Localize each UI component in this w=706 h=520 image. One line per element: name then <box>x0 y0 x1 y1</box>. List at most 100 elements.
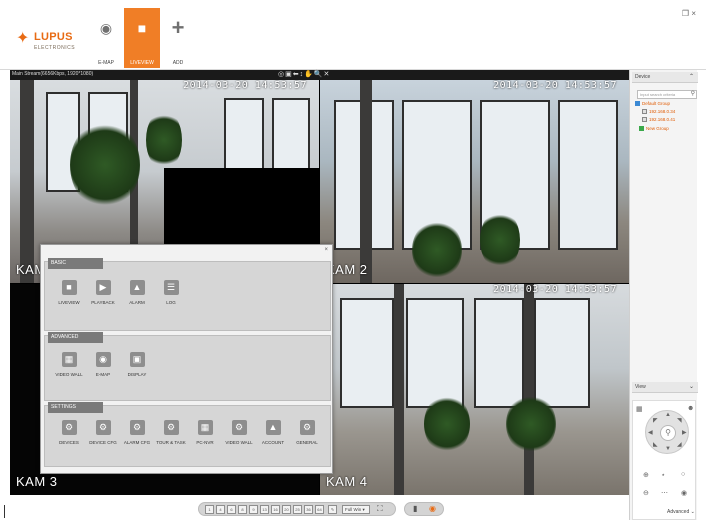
person-icon[interactable]: ☻ <box>687 405 694 412</box>
video-wall-icon: ▦ <box>61 352 77 367</box>
iris-open-icon[interactable]: ○ <box>681 471 685 478</box>
fullscreen-icon[interactable]: ⛶ <box>377 504 383 514</box>
menu-tile-alarm-cfg[interactable]: ⚙ ALARM CFG <box>119 420 155 445</box>
tree-new-group-label: New Group <box>646 126 669 131</box>
search-icon[interactable]: ⚲ <box>691 91 695 98</box>
layout-button[interactable]: 4 <box>216 505 225 514</box>
close-icon[interactable]: × <box>324 247 328 253</box>
menu-tile-devices[interactable]: ⚙ DEVICES <box>51 420 87 445</box>
display-icon: ▣ <box>129 352 145 367</box>
window-mode-select[interactable]: Full Win ▾ <box>342 505 370 514</box>
camera-timestamp: 2014-03-20 14:53:57 <box>183 80 307 91</box>
scene-plant <box>146 110 182 170</box>
menu-tile-label: ALARM <box>129 300 145 305</box>
tree-root-group[interactable]: Default Group <box>635 101 670 107</box>
ptz-direction-ring[interactable]: ▲ ▼ ◀ ▶ ◤ ◥ ◣ ◢ ⚲ <box>645 410 689 454</box>
view-panel-header[interactable]: View ⌄ <box>632 382 698 393</box>
grid-icon[interactable]: ▦ <box>636 405 643 413</box>
layout-button[interactable]: 36 <box>304 505 313 514</box>
layout-button[interactable]: 16 <box>271 505 280 514</box>
layout-button[interactable]: 9 <box>249 505 258 514</box>
tree-device-item[interactable]: 192.168.0.41 <box>642 117 675 123</box>
tile-toolbar[interactable]: ◎▣⬅↕✋🔍✕ <box>278 70 330 78</box>
emap-tab-label: E-MAP <box>98 60 114 66</box>
chevron-up-icon[interactable]: ⌃ <box>689 72 694 83</box>
focus-out-icon[interactable]: ⋯ <box>661 489 668 497</box>
emap-tab[interactable]: ◉ E-MAP <box>88 8 124 68</box>
camera-tile-4[interactable]: 2014-03-20 14:53:57 KAM 4 <box>320 284 629 495</box>
menu-tile-device-cfg[interactable]: ⚙ DEVICE CFG <box>85 420 121 445</box>
stream-info-text: Main Stream(6656Kbps, 1920*1080) <box>12 71 94 77</box>
ptz-center-button[interactable]: ⚲ <box>660 425 676 441</box>
window-mode-value: Full Win <box>345 507 362 512</box>
menu-tile-playback[interactable]: ▶ PLAYBACK <box>85 280 121 305</box>
stream-info-strip: Main Stream(6656Kbps, 1920*1080) ◎▣⬅↕✋🔍✕ <box>10 70 629 80</box>
add-tab[interactable]: + ADD <box>160 8 196 68</box>
device-panel-title: Device <box>635 74 651 80</box>
layout-button[interactable]: 20 <box>282 505 291 514</box>
window-controls[interactable]: ❐ × <box>682 9 696 18</box>
arrow-right-icon[interactable]: ▶ <box>682 429 687 436</box>
menu-tile-label: PC-NVR <box>196 440 214 445</box>
bottom-toolbar: 1 4 6 8 9 13 16 20 25 36 64 ✎ Full Win ▾… <box>0 495 629 520</box>
device-search-placeholder: Input search criteria <box>640 92 676 97</box>
device-panel-header[interactable]: Device ⌃ <box>632 72 698 83</box>
menu-tile-account[interactable]: ▲ ACCOUNT <box>255 420 291 445</box>
layout-button[interactable]: 8 <box>238 505 247 514</box>
device-search-input[interactable]: Input search criteria ⚲ <box>637 90 697 99</box>
arrow-down-left-icon[interactable]: ◣ <box>653 441 658 448</box>
menu-tile-label: LIVEVIEW <box>58 300 80 305</box>
menu-tile-log[interactable]: ☰ LOG <box>153 280 189 305</box>
camera-icon: ■ <box>137 20 147 36</box>
zoom-out-icon[interactable]: ⊖ <box>643 489 649 497</box>
menu-tile-label: DISPLAY <box>127 372 147 377</box>
menu-tile-label: DEVICES <box>59 440 79 445</box>
arrow-up-left-icon[interactable]: ◤ <box>653 417 658 424</box>
tour-task-icon: ⚙ <box>163 420 179 435</box>
zoom-in-icon[interactable]: ⊕ <box>643 471 649 479</box>
layout-button[interactable]: 6 <box>227 505 236 514</box>
focus-in-icon[interactable]: ⋆ <box>661 471 665 479</box>
arrow-down-icon[interactable]: ▼ <box>665 446 671 452</box>
menu-tile-label: GENERAL <box>296 440 318 445</box>
menu-tile-display[interactable]: ▣ DISPLAY <box>119 352 155 377</box>
general-icon: ⚙ <box>299 420 315 435</box>
menu-tile-video-wall[interactable]: ▦ VIDEO WALL <box>51 352 87 377</box>
menu-tile-general[interactable]: ⚙ GENERAL <box>289 420 325 445</box>
section-title: BASIC <box>48 258 103 269</box>
liveview-tab[interactable]: ■ LIVEVIEW <box>124 8 160 68</box>
snapshot-icon[interactable]: ▮ <box>413 504 417 513</box>
advanced-toggle[interactable]: Advanced ⌄ <box>667 509 695 515</box>
menu-tile-label: DEVICE CFG <box>89 440 117 445</box>
layout-button[interactable]: 13 <box>260 505 269 514</box>
camera-timestamp: 2014-03-20 14:53:57 <box>493 80 617 91</box>
iris-close-icon[interactable]: ◉ <box>681 489 687 497</box>
layout-button[interactable]: 1 <box>205 505 214 514</box>
menu-tile-emap[interactable]: ◉ E-MAP <box>85 352 121 377</box>
edit-layout-icon[interactable]: ✎ <box>328 505 337 514</box>
plus-icon: + <box>171 15 185 40</box>
tree-device-item[interactable]: 192.168.0.34 <box>642 109 675 115</box>
layout-button[interactable]: 25 <box>293 505 302 514</box>
menu-tile-video-wall-cfg[interactable]: ⚙ VIDEO WALL <box>221 420 257 445</box>
arrow-down-right-icon[interactable]: ◢ <box>677 441 682 448</box>
alarm-cfg-icon: ⚙ <box>129 420 145 435</box>
layout-button[interactable]: 64 <box>315 505 324 514</box>
tree-new-group[interactable]: New Group <box>639 126 669 132</box>
arrow-up-right-icon[interactable]: ◥ <box>677 417 682 424</box>
scene-window <box>406 298 464 408</box>
section-title: ADVANCED <box>48 332 103 343</box>
chevron-down-icon[interactable]: ⌄ <box>689 382 694 393</box>
camera-tile-2[interactable]: 2014-03-20 14:53:57 KAM 2 <box>320 80 629 283</box>
tree-device-label: 192.168.0.41 <box>649 117 676 122</box>
record-icon[interactable]: ◉ <box>429 504 436 513</box>
menu-tile-tour-task[interactable]: ⚙ TOUR & TASK <box>153 420 189 445</box>
scene-window <box>340 298 394 408</box>
menu-tile-pc-nvr[interactable]: ▦ PC-NVR <box>187 420 223 445</box>
ptz-control: ▦ ☻ ▲ ▼ ◀ ▶ ◤ ◥ ◣ ◢ ⚲ ⊕ ⋆ ○ ⊖ ⋯ ◉ Advanc… <box>632 400 696 520</box>
arrow-left-icon[interactable]: ◀ <box>648 429 653 436</box>
arrow-up-icon[interactable]: ▲ <box>665 412 671 418</box>
top-bar: ✦ LUPUS ELECTRONICS ◉ E-MAP ■ LIVEVIEW +… <box>0 0 706 70</box>
menu-tile-liveview[interactable]: ■ LIVEVIEW <box>51 280 87 305</box>
menu-tile-alarm[interactable]: ▲ ALARM <box>119 280 155 305</box>
